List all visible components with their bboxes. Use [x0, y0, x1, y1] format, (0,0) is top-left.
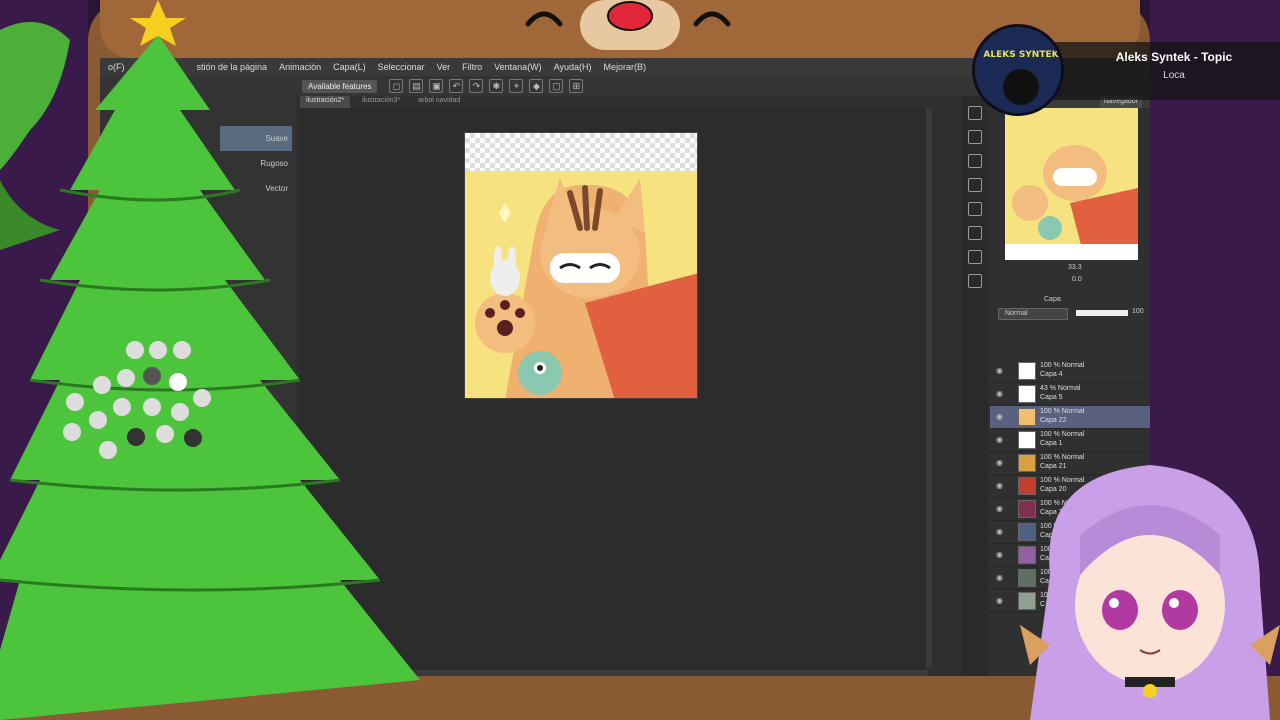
search-layer-icon[interactable] [968, 274, 982, 288]
layer-name: Capa 1 [1040, 440, 1063, 447]
navigator-preview[interactable] [1005, 108, 1138, 260]
layer-name: Capa 5 [1040, 394, 1063, 401]
song-title: Aleks Syntek - Topic [1115, 50, 1233, 64]
layer-property-icon[interactable] [968, 250, 982, 264]
bear-face-decoration [525, 0, 731, 50]
layer-thumbnail [1018, 362, 1036, 380]
song-artist: Loca [1163, 70, 1185, 81]
layer-thumbnail [1018, 408, 1036, 426]
layer-row[interactable]: ◉ 100 % Normal Capa 1 [990, 429, 1150, 452]
visibility-eye-icon[interactable]: ◉ [996, 435, 1003, 444]
tab-layer[interactable]: Capa [1044, 296, 1061, 303]
navigator-thumbnail [1005, 108, 1138, 260]
album-art-text: ALEKS SYNTEK [983, 50, 1059, 60]
transform-icon[interactable]: ⌖ [509, 79, 524, 93]
panel-icon-strip [962, 96, 988, 676]
layer-opacity-mode: 100 % Normal [1040, 408, 1085, 415]
undo-icon[interactable]: ↶ [449, 79, 464, 93]
christmas-tree-decoration [0, 0, 420, 720]
settings-icon[interactable]: ✱ [489, 79, 504, 93]
menu-filter[interactable]: Filtro [462, 62, 482, 72]
menu-view[interactable]: Ver [437, 62, 451, 72]
visibility-eye-icon[interactable]: ◉ [996, 504, 1003, 513]
opacity-value[interactable]: 100 [1132, 308, 1144, 315]
vertical-scrollbar[interactable] [926, 108, 932, 668]
visibility-eye-icon[interactable]: ◉ [996, 573, 1003, 582]
layer-name: Capa 22 [1040, 417, 1067, 424]
properties-icon[interactable] [968, 154, 982, 168]
menu-improve[interactable]: Mejorar(B) [604, 62, 647, 72]
layer-opacity-mode: 43 % Normal [1040, 385, 1081, 392]
visibility-eye-icon[interactable]: ◉ [996, 596, 1003, 605]
layer-thumbnail [1018, 431, 1036, 449]
artwork-canvas[interactable] [464, 132, 698, 399]
sub-view-icon[interactable] [968, 130, 982, 144]
visibility-eye-icon[interactable]: ◉ [996, 481, 1003, 490]
layer-thumbnail [1018, 385, 1036, 403]
history-icon[interactable] [968, 202, 982, 216]
redo-icon[interactable]: ↷ [469, 79, 484, 93]
visibility-eye-icon[interactable]: ◉ [996, 389, 1003, 398]
zoom-value[interactable]: 33.3 [1068, 264, 1082, 271]
blend-mode-select[interactable]: Normal [998, 308, 1068, 320]
now-playing-widget: ALEKS SYNTEK Aleks Syntek - Topic Loca [962, 24, 1280, 116]
opacity-slider[interactable] [1076, 310, 1128, 316]
vtuber-avatar [1020, 465, 1280, 720]
rotation-value[interactable]: 0.0 [1072, 276, 1082, 283]
visibility-eye-icon[interactable]: ◉ [996, 550, 1003, 559]
visibility-eye-icon[interactable]: ◉ [996, 527, 1003, 536]
visibility-eye-icon[interactable]: ◉ [996, 412, 1003, 421]
layer-name: Capa 4 [1040, 371, 1063, 378]
color-icon[interactable] [968, 226, 982, 240]
materials-icon[interactable] [968, 178, 982, 192]
visibility-eye-icon[interactable]: ◉ [996, 366, 1003, 375]
visibility-eye-icon[interactable]: ◉ [996, 458, 1003, 467]
fill-icon[interactable]: ◆ [529, 79, 544, 93]
layer-row[interactable]: ◉ 43 % Normal Capa 5 [990, 383, 1150, 406]
snap-icon[interactable]: ⊞ [569, 79, 584, 93]
menu-window[interactable]: Ventana(W) [494, 62, 542, 72]
save-icon[interactable]: ▣ [429, 79, 444, 93]
cat-illustration [465, 171, 697, 398]
layer-row[interactable]: ◉ 100 % Normal Capa 22 [990, 406, 1150, 429]
layer-opacity-mode: 100 % Normal [1040, 431, 1085, 438]
menu-help[interactable]: Ayuda(H) [554, 62, 592, 72]
navigator-controls: 33.3 0.0 [990, 264, 1150, 288]
layer-row[interactable]: ◉ 100 % Normal Capa 4 [990, 360, 1150, 383]
layer-header: Capa Normal 100 [990, 296, 1150, 326]
album-art: ALEKS SYNTEK [972, 24, 1064, 116]
layer-opacity-mode: 100 % Normal [1040, 362, 1085, 369]
crop-icon[interactable]: ▢ [549, 79, 564, 93]
